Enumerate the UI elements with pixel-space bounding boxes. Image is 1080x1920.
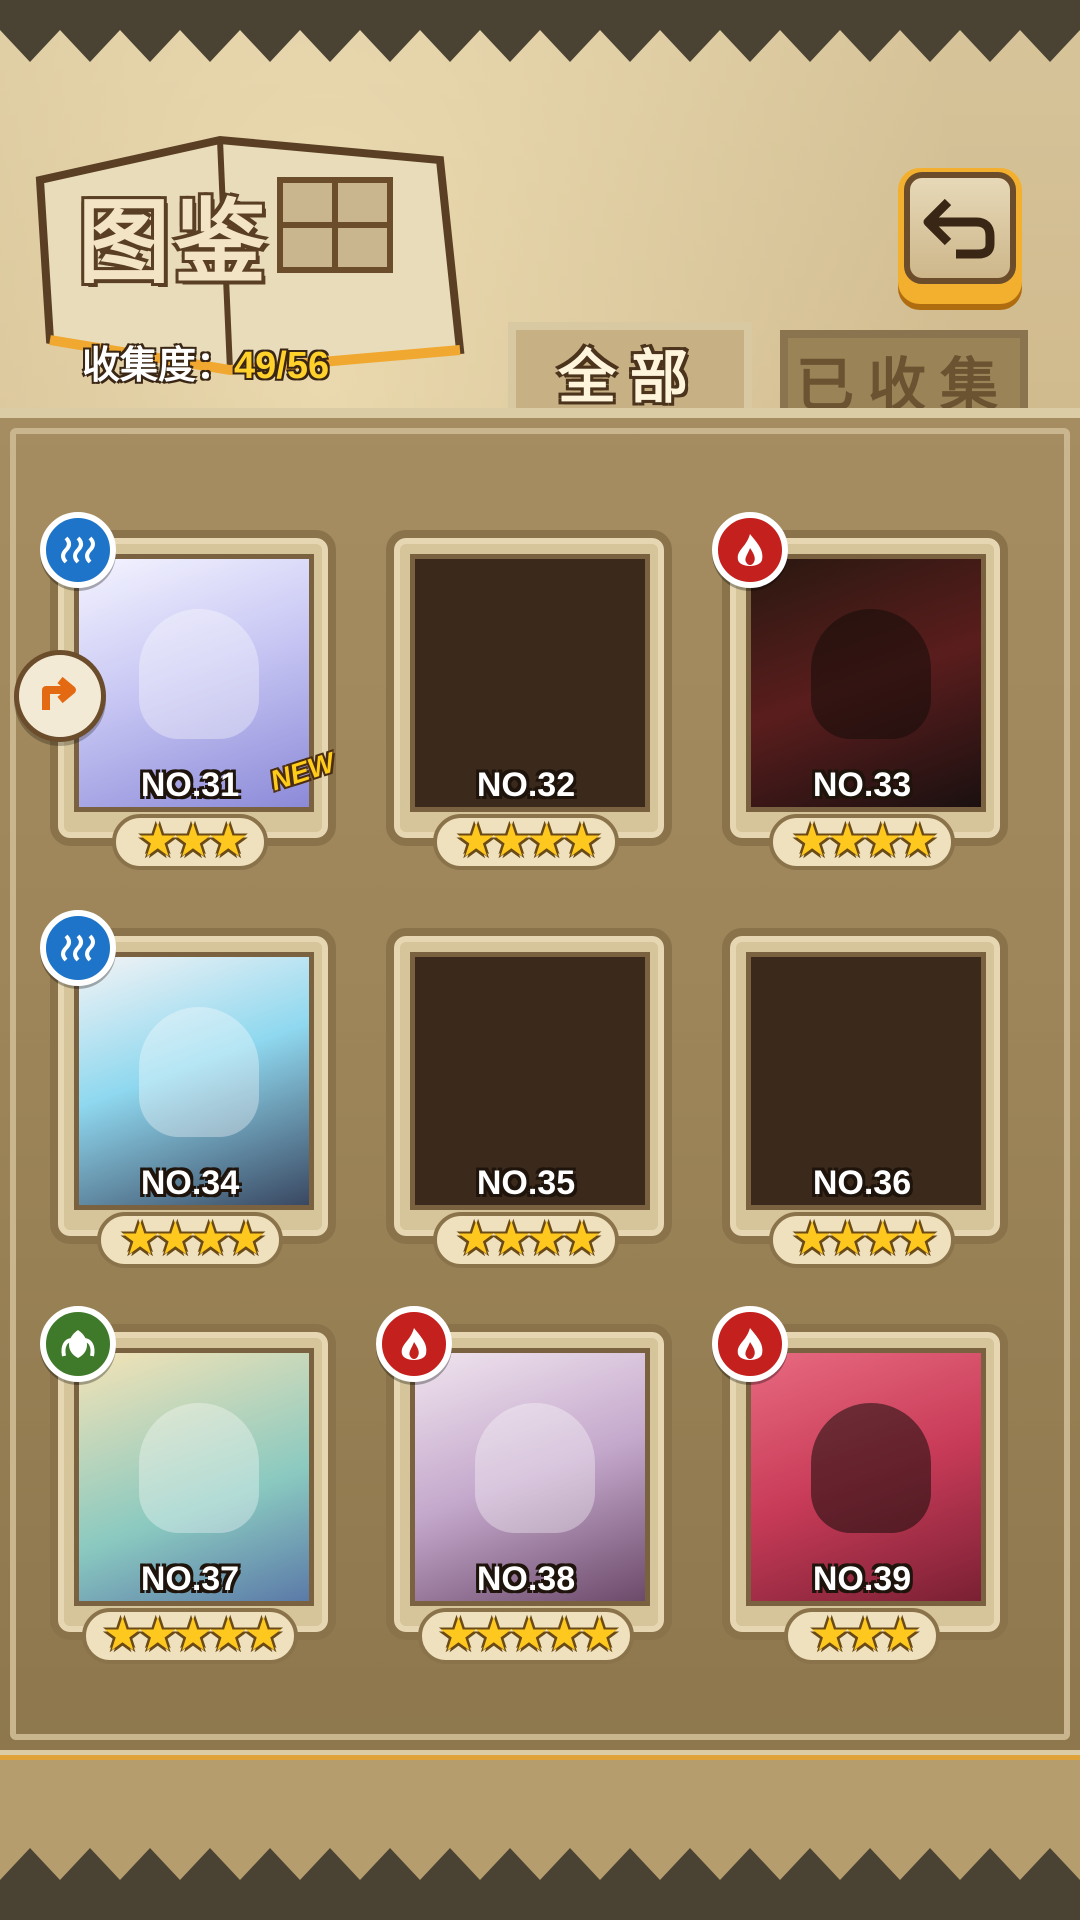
card-number: NO.33	[812, 766, 912, 804]
character-figure	[475, 1403, 595, 1533]
character-figure	[139, 1007, 259, 1137]
bottom-zigzag-border	[0, 1760, 1080, 1920]
water-element-icon	[40, 910, 116, 986]
share-arrow-icon	[42, 676, 76, 710]
collection-value: 49/56	[234, 345, 330, 387]
leaf-element-icon	[40, 1306, 116, 1382]
collection-card[interactable]: NO.39 ★★★	[712, 1306, 1012, 1666]
collection-card[interactable]: NO.38 ★★★★★	[376, 1306, 676, 1666]
collection-progress: 收集度：49/56	[82, 334, 329, 389]
water-element-icon	[40, 512, 116, 588]
back-arrow-icon	[923, 198, 995, 259]
star-rating: ★★★★	[791, 1211, 939, 1265]
collection-card[interactable]: NO.32 ★★★★	[376, 512, 676, 872]
card-number: NO.36	[812, 1164, 912, 1202]
collection-card[interactable]: NO.35 ★★★★	[376, 910, 676, 1270]
page-title: 图鉴	[78, 188, 271, 296]
collection-label: 收集度：	[82, 345, 235, 387]
card-number: NO.39	[812, 1560, 912, 1598]
star-rating: ★★★★	[455, 813, 603, 867]
tab-all[interactable]: 全部	[508, 322, 752, 414]
star-rating: ★★★★	[455, 1211, 603, 1265]
star-rating: ★★★★★	[101, 1607, 284, 1661]
card-number: NO.34	[140, 1164, 240, 1202]
fire-element-icon	[376, 1306, 452, 1382]
collection-card[interactable]: NO.34 ★★★★	[40, 910, 340, 1270]
character-figure	[811, 1403, 931, 1533]
character-figure	[139, 609, 259, 739]
card-number: NO.38	[476, 1560, 576, 1598]
star-rating: ★★★★★	[437, 1607, 620, 1661]
card-number: NO.32	[476, 766, 576, 804]
collection-card[interactable]: NO.37 ★★★★★	[40, 1306, 340, 1666]
star-rating: ★★★★	[119, 1211, 267, 1265]
star-rating: ★★★★	[791, 813, 939, 867]
back-button[interactable]	[898, 168, 1022, 304]
collection-card[interactable]: NO.33 ★★★★	[712, 512, 1012, 872]
share-button[interactable]	[14, 650, 106, 742]
star-rating: ★★★	[809, 1607, 921, 1661]
top-zigzag-border	[0, 0, 1080, 62]
character-figure	[811, 609, 931, 739]
star-rating: ★★★	[137, 813, 249, 867]
card-number: NO.35	[476, 1164, 576, 1202]
character-figure	[139, 1403, 259, 1533]
fire-element-icon	[712, 512, 788, 588]
collection-card[interactable]: NO.36 ★★★★	[712, 910, 1012, 1270]
fire-element-icon	[712, 1306, 788, 1382]
card-number: NO.37	[140, 1560, 240, 1598]
